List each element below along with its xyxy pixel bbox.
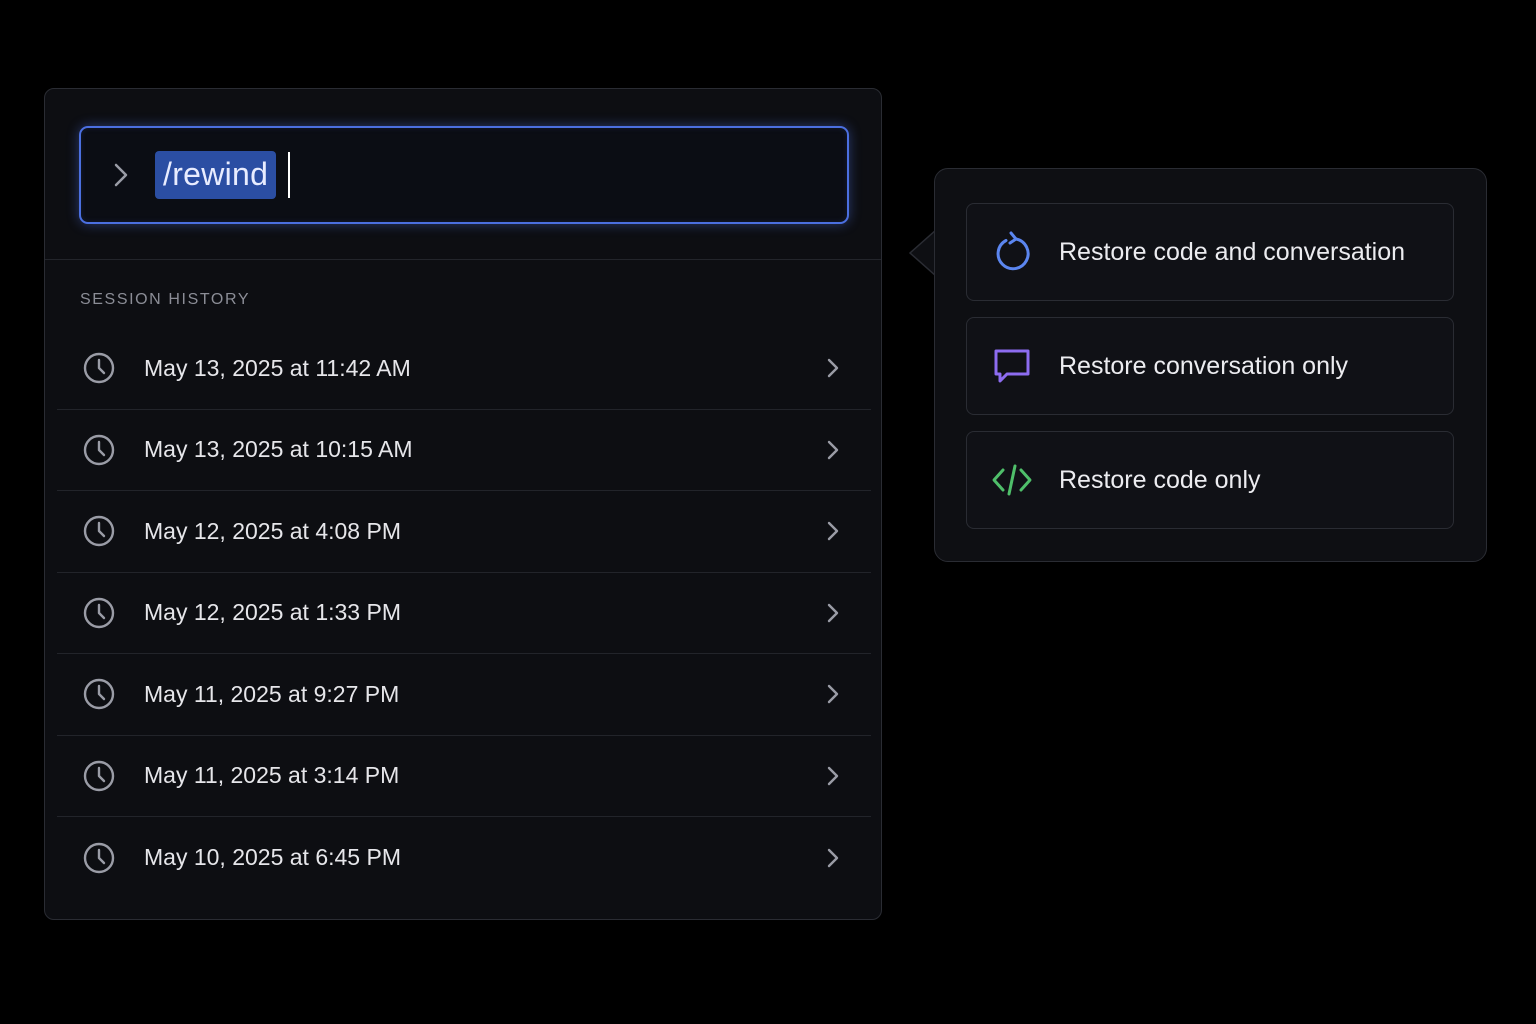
chat-bubble-icon (994, 349, 1030, 383)
history-item[interactable]: May 13, 2025 at 11:42 AM (57, 328, 871, 410)
history-item[interactable]: May 11, 2025 at 9:27 PM (57, 654, 871, 736)
history-item[interactable]: May 10, 2025 at 6:45 PM (57, 817, 871, 899)
history-item[interactable]: May 13, 2025 at 10:15 AM (57, 410, 871, 491)
chevron-right-icon (827, 522, 839, 541)
stage: /rewind SESSION HISTORY May 13, 2025 at … (0, 0, 1536, 1024)
chevron-right-icon (827, 766, 839, 785)
chevron-right-icon (827, 359, 839, 378)
clock-icon (83, 434, 115, 465)
history-item-label: May 10, 2025 at 6:45 PM (144, 844, 401, 871)
command-input[interactable]: /rewind (79, 126, 849, 224)
clock-icon (83, 679, 115, 710)
history-item[interactable]: May 11, 2025 at 3:14 PM (57, 736, 871, 817)
clock-icon (83, 353, 115, 384)
history-item[interactable]: May 12, 2025 at 1:33 PM (57, 573, 871, 654)
history-item[interactable]: May 12, 2025 at 4:08 PM (57, 491, 871, 573)
section-label: SESSION HISTORY (80, 291, 251, 308)
chevron-right-icon (827, 848, 839, 867)
history-item-label: May 13, 2025 at 10:15 AM (144, 436, 413, 463)
command-token: /rewind (155, 151, 277, 199)
history-item-label: May 11, 2025 at 9:27 PM (144, 680, 400, 707)
clock-icon (83, 842, 115, 873)
option-label: Restore code only (1059, 465, 1261, 494)
restore-icon (996, 231, 1030, 271)
clock-icon (83, 597, 115, 628)
history-item-label: May 11, 2025 at 3:14 PM (144, 762, 400, 789)
option-label: Restore code and conversation (1059, 237, 1406, 266)
code-brackets-icon (992, 464, 1032, 496)
history-item-label: May 12, 2025 at 1:33 PM (144, 599, 401, 626)
divider (45, 259, 881, 260)
option-label: Restore conversation only (1059, 351, 1349, 380)
restore-popover: Restore code and conversation Restore co… (934, 168, 1487, 562)
prompt-chevron-icon (111, 160, 131, 190)
chevron-right-icon (827, 440, 839, 459)
text-caret (288, 152, 291, 198)
history-item-label: May 12, 2025 at 4:08 PM (144, 517, 401, 544)
clock-icon (83, 516, 115, 547)
clock-icon (83, 760, 115, 791)
command-panel: /rewind SESSION HISTORY May 13, 2025 at … (44, 88, 882, 920)
chevron-right-icon (827, 685, 839, 704)
history-item-label: May 13, 2025 at 11:42 AM (144, 354, 411, 381)
chevron-right-icon (827, 603, 839, 622)
session-history-list: May 13, 2025 at 11:42 AM May 13, 2025 at… (57, 328, 871, 899)
restore-code-and-conversation-option[interactable]: Restore code and conversation (966, 203, 1454, 301)
restore-conversation-only-option[interactable]: Restore conversation only (966, 317, 1454, 415)
restore-code-only-option[interactable]: Restore code only (966, 431, 1454, 529)
